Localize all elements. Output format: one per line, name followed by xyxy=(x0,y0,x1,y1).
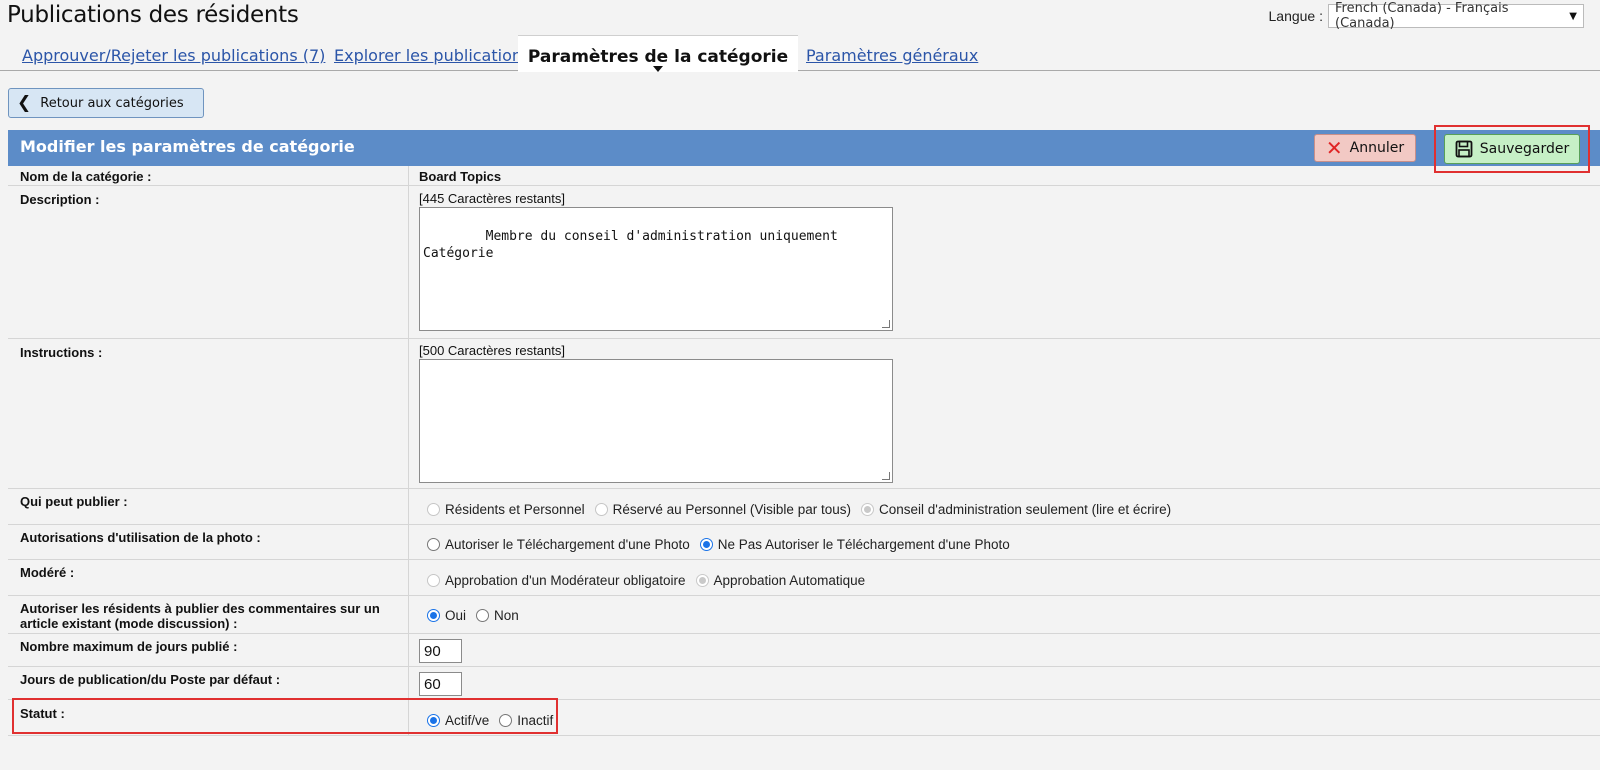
category-name-value: Board Topics xyxy=(419,169,502,184)
default-days-label: Jours de publication/du Poste par défaut… xyxy=(20,672,281,687)
radio-staff-only[interactable]: Réservé au Personnel (Visible par tous) xyxy=(594,502,851,517)
comments-options: Oui Non xyxy=(427,608,523,623)
radio-circle xyxy=(695,574,709,587)
caret-down-icon xyxy=(653,66,663,72)
radio-circle xyxy=(427,609,440,622)
column-divider xyxy=(408,667,409,699)
option-label: Approbation d'un Modérateur obligatoire xyxy=(445,573,686,588)
instructions-label: Instructions : xyxy=(20,345,103,360)
option-label: Oui xyxy=(445,608,467,623)
radio-residents-staff[interactable]: Résidents et Personnel xyxy=(427,502,585,517)
radio-circle xyxy=(699,538,713,551)
resize-handle-icon[interactable] xyxy=(882,320,890,328)
column-divider xyxy=(408,560,409,595)
who-can-post-options: Résidents et Personnel Réservé au Person… xyxy=(427,502,1175,517)
instructions-field-wrap: [500 Caractères restants] xyxy=(419,344,893,483)
photo-permissions-options: Autoriser le Téléchargement d'une Photo … xyxy=(427,537,1014,552)
radio-auto-approval[interactable]: Approbation Automatique xyxy=(695,573,866,588)
radio-circle xyxy=(860,503,874,516)
radio-disallow-photo[interactable]: Ne Pas Autoriser le Téléchargement d'une… xyxy=(699,537,1010,552)
tab-general-settings[interactable]: Paramètres généraux xyxy=(806,46,978,65)
tab-category-settings-label: Paramètres de la catégorie xyxy=(527,47,789,67)
language-label: Langue : xyxy=(1268,8,1324,24)
row-instructions: Instructions : [500 Caractères restants] xyxy=(8,339,1600,489)
max-days-wrap: 90 xyxy=(419,639,462,663)
comments-label: Autoriser les résidents à publier des co… xyxy=(20,601,380,631)
row-who-can-post: Qui peut publier : Résidents et Personne… xyxy=(8,489,1600,525)
row-default-days: Jours de publication/du Poste par défaut… xyxy=(8,667,1600,700)
cancel-button[interactable]: ✕ Annuler xyxy=(1314,134,1416,162)
description-textarea[interactable]: Membre du conseil d'administration uniqu… xyxy=(419,207,893,331)
column-divider xyxy=(408,186,409,338)
moderated-options: Approbation d'un Modérateur obligatoire … xyxy=(427,573,869,588)
tab-explore[interactable]: Explorer les publications xyxy=(334,46,530,65)
row-comments: Autoriser les résidents à publier des co… xyxy=(8,596,1600,634)
row-photo-permissions: Autorisations d'utilisation de la photo … xyxy=(8,525,1600,560)
page-title: Publications des résidents xyxy=(7,2,299,28)
panel-title: Modifier les paramètres de catégorie xyxy=(20,137,355,156)
description-label: Description : xyxy=(20,192,100,207)
panel-header: Modifier les paramètres de catégorie ✕ A… xyxy=(8,130,1600,166)
radio-circle xyxy=(427,574,440,587)
row-category-name: Nom de la catégorie : Board Topics xyxy=(8,166,1600,186)
radio-circle xyxy=(594,503,608,516)
who-can-post-label: Qui peut publier : xyxy=(20,494,128,509)
option-label: Autoriser le Téléchargement d'une Photo xyxy=(445,537,690,552)
radio-circle xyxy=(476,609,490,622)
row-max-days: Nombre maximum de jours publié : 90 xyxy=(8,634,1600,667)
radio-circle xyxy=(427,503,440,516)
row-moderated: Modéré : Approbation d'un Modérateur obl… xyxy=(8,560,1600,596)
option-label: Conseil d'administration seulement (lire… xyxy=(878,502,1172,517)
tab-bar: Approuver/Rejeter les publications (7) E… xyxy=(0,35,1600,72)
option-label: Ne Pas Autoriser le Téléchargement d'une… xyxy=(717,537,1010,552)
dropdown-arrow-icon: ▼ xyxy=(1569,10,1577,22)
option-label: Approbation Automatique xyxy=(713,573,866,588)
photo-permissions-label: Autorisations d'utilisation de la photo … xyxy=(20,530,261,545)
radio-allow-photo[interactable]: Autoriser le Téléchargement d'une Photo xyxy=(427,537,690,552)
default-days-input[interactable]: 60 xyxy=(419,672,462,696)
back-to-categories-button[interactable]: ❮ Retour aux catégories xyxy=(8,88,204,118)
status-highlight-box xyxy=(12,698,558,734)
max-days-label: Nombre maximum de jours publié : xyxy=(20,639,238,654)
default-days-wrap: 60 xyxy=(419,672,462,696)
resize-handle-icon[interactable] xyxy=(882,472,890,480)
radio-circle xyxy=(427,538,440,551)
language-select[interactable]: French (Canada) - Français (Canada) ▼ xyxy=(1328,1,1584,31)
category-name-label: Nom de la catégorie : xyxy=(20,169,152,184)
description-char-count: [445 Caractères restants] xyxy=(419,191,565,206)
radio-moderator-required[interactable]: Approbation d'un Modérateur obligatoire xyxy=(427,573,686,588)
close-icon: ✕ xyxy=(1325,136,1343,160)
option-label: Réservé au Personnel (Visible par tous) xyxy=(612,502,851,517)
radio-board-only[interactable]: Conseil d'administration seulement (lire… xyxy=(860,502,1172,517)
option-label: Résidents et Personnel xyxy=(445,502,585,517)
description-text: Membre du conseil d'administration uniqu… xyxy=(423,229,838,261)
column-divider xyxy=(408,166,409,185)
language-value: French (Canada) - Français (Canada) xyxy=(1335,1,1509,31)
column-divider xyxy=(408,525,409,559)
chevron-left-icon: ❮ xyxy=(17,92,32,113)
instructions-char-count: [500 Caractères restants] xyxy=(419,343,565,358)
radio-comments-yes[interactable]: Oui xyxy=(427,608,466,623)
language-selector-wrap: Langue : French (Canada) - Français (Can… xyxy=(1268,1,1584,31)
cancel-label: Annuler xyxy=(1349,140,1405,156)
tab-approve-reject[interactable]: Approuver/Rejeter les publications (7) xyxy=(22,46,325,65)
max-days-input[interactable]: 90 xyxy=(419,639,462,663)
radio-comments-no[interactable]: Non xyxy=(476,608,519,623)
category-settings-panel: Modifier les paramètres de catégorie ✕ A… xyxy=(8,125,1600,750)
row-description: Description : [445 Caractères restants] … xyxy=(8,186,1600,339)
column-divider xyxy=(408,489,409,524)
option-label: Non xyxy=(494,608,519,623)
instructions-textarea[interactable] xyxy=(419,359,893,483)
description-field-wrap: [445 Caractères restants] Membre du cons… xyxy=(419,192,893,331)
column-divider xyxy=(408,339,409,488)
moderated-label: Modéré : xyxy=(20,565,75,580)
back-button-label: Retour aux catégories xyxy=(40,95,184,111)
tab-category-settings[interactable]: Paramètres de la catégorie xyxy=(518,35,798,72)
column-divider xyxy=(408,596,409,633)
column-divider xyxy=(408,634,409,666)
